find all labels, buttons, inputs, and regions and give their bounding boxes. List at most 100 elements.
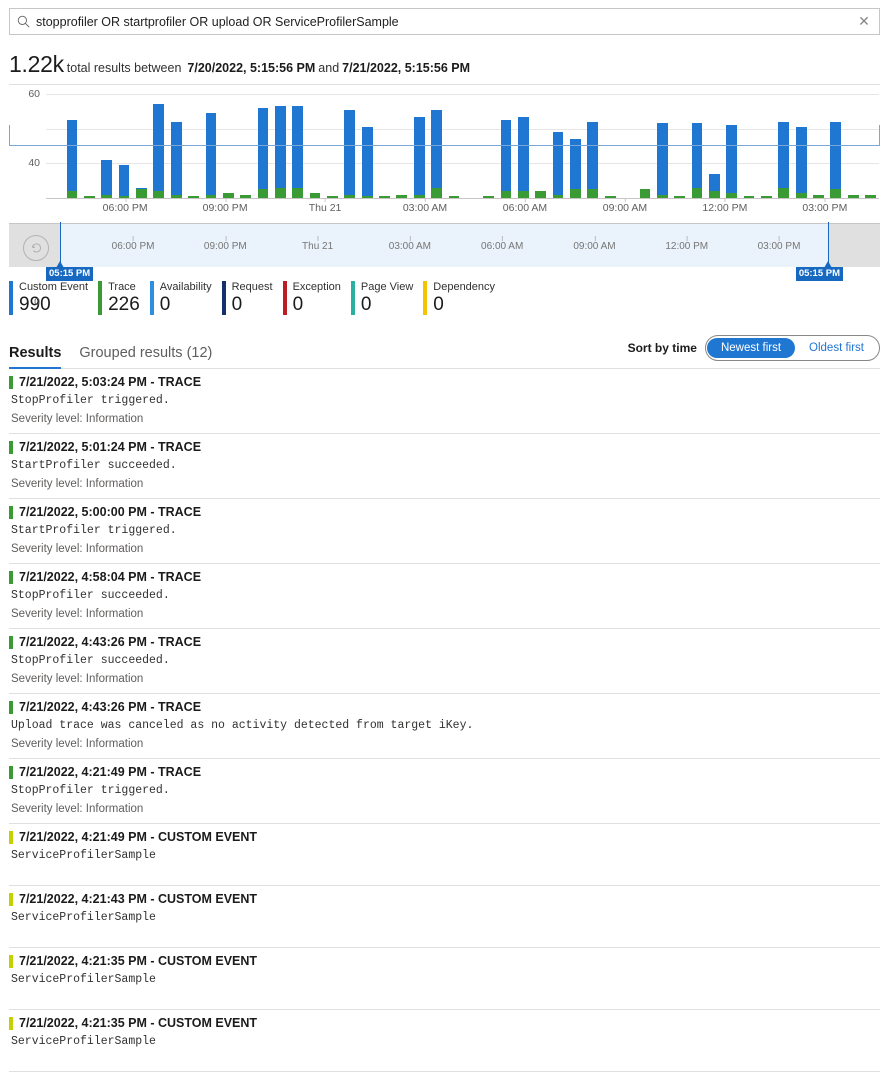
chart-bar[interactable] [636,94,653,198]
metric-color-bar [350,281,355,315]
chart-bar[interactable] [254,94,271,198]
chart-bar[interactable] [272,94,289,198]
chart-bar[interactable] [463,94,480,198]
result-item[interactable]: 7/21/2022, 4:58:04 PM - TRACE StopProfile… [9,564,880,629]
chart-bar[interactable] [237,94,254,198]
tab-results[interactable]: Results [9,345,62,369]
metric-dependency[interactable]: Dependency 0 [423,281,495,316]
chart-bar[interactable] [168,94,185,198]
chart-bar[interactable] [845,94,862,198]
metric-request[interactable]: Request 0 [221,281,273,316]
chart-bars [46,94,879,198]
result-header: 7/21/2022, 4:21:43 PM - CUSTOM EVENT [9,892,880,906]
result-item[interactable]: 7/21/2022, 4:21:35 PM - CUSTOM EVENT Serv… [9,1010,880,1072]
chart-bar[interactable] [723,94,740,198]
chart-bar[interactable] [619,94,636,198]
slider-handle-left[interactable]: 05:15 PM [46,222,94,281]
chart-bar[interactable] [671,94,688,198]
chart-bar[interactable] [515,94,532,198]
result-message: StopProfiler succeeded. [11,589,170,602]
chart-bar[interactable] [706,94,723,198]
result-item[interactable]: 7/21/2022, 5:00:00 PM - TRACE StartProfil… [9,499,880,564]
chart-bar[interactable] [115,94,132,198]
chart-bar[interactable] [567,94,584,198]
slider-handle-right[interactable]: 05:15 PM [795,222,843,281]
result-header: 7/21/2022, 5:01:24 PM - TRACE [9,440,880,454]
chart-bar[interactable] [497,94,514,198]
result-item[interactable]: 7/21/2022, 4:21:35 PM - CUSTOM EVENT Serv… [9,948,880,1010]
chart-bar[interactable] [827,94,844,198]
result-message: StartProfiler triggered. [11,524,177,537]
sort-order-toggle[interactable]: Newest first Oldest first [704,335,880,361]
sort-controls: Sort by time Newest first Oldest first [628,335,880,367]
result-item[interactable]: 7/21/2022, 4:43:26 PM - TRACE Upload trac… [9,694,880,759]
result-severity: Severity level: Information [11,738,144,750]
undo-icon[interactable] [23,235,49,261]
chart-bar[interactable] [792,94,809,198]
chart-bar[interactable] [758,94,775,198]
metric-exception[interactable]: Exception 0 [282,281,341,316]
y-axis-tick-label: 60 [28,88,40,100]
bar-segment-trace [830,189,842,198]
metric-page-view[interactable]: Page View 0 [350,281,413,316]
chart-bar[interactable] [602,94,619,198]
metric-custom-event[interactable]: Custom Event 990 [9,281,88,316]
result-title: 7/21/2022, 4:21:35 PM - CUSTOM EVENT [19,1016,258,1030]
chart-bar[interactable] [81,94,98,198]
metric-trace[interactable]: Trace 226 [98,281,140,316]
time-range-slider[interactable]: 06:00 PM 09:00 PM Thu 21 03:00 AM 06:00 AM 09… [9,222,880,281]
result-item[interactable]: 7/21/2022, 4:21:49 PM - CUSTOM EVENT Serv… [9,824,880,886]
y-axis-tick-label: 40 [28,157,40,170]
chart-bar[interactable] [202,94,219,198]
result-item[interactable]: 7/21/2022, 4:43:26 PM - TRACE StopProfile… [9,629,880,694]
chart-bar[interactable] [341,94,358,198]
chart-bar[interactable] [810,94,827,198]
result-header: 7/21/2022, 4:21:35 PM - CUSTOM EVENT [9,954,880,968]
result-item[interactable]: 7/21/2022, 4:21:43 PM - CUSTOM EVENT Serv… [9,886,880,948]
chart-bar[interactable] [532,94,549,198]
metric-availability[interactable]: Availability 0 [149,281,212,316]
chart-bar[interactable] [98,94,115,198]
bar-segment-trace [570,189,581,198]
results-list: 7/21/2022, 5:03:24 PM - TRACE StopProfile… [9,369,880,1072]
slider-x-axis-tick-label: 03:00 PM [757,236,801,252]
chart-bar[interactable] [376,94,393,198]
result-item[interactable]: 7/21/2022, 4:21:49 PM - TRACE StopProfile… [9,759,880,824]
result-item[interactable]: 7/21/2022, 5:03:24 PM - TRACE StopProfile… [9,369,880,434]
tab-grouped[interactable]: Grouped results (12) [79,345,212,368]
chart-bar[interactable] [584,94,601,198]
chart-bar[interactable] [220,94,237,198]
result-severity: Severity level: Information [11,803,144,815]
chart-bar[interactable] [654,94,671,198]
chart-bar[interactable] [358,94,375,198]
search-bar[interactable]: ✕ [9,8,880,35]
chart-bar[interactable] [133,94,150,198]
result-header: 7/21/2022, 5:00:00 PM - TRACE [9,505,880,519]
metric-label: Custom Event [19,281,89,293]
chart-bar[interactable] [324,94,341,198]
bar-segment-custom-event [274,106,286,188]
chart-bar[interactable] [549,94,566,198]
chart-bar[interactable] [740,94,757,198]
chart-bar[interactable] [862,94,879,198]
metric-label: Exception [292,281,341,293]
chart-bar[interactable] [185,94,202,198]
sort-option-oldest[interactable]: Oldest first [795,338,878,358]
chart-bar[interactable] [289,94,306,198]
clear-search-icon[interactable]: ✕ [849,13,879,30]
chart-bar[interactable] [393,94,410,198]
chart-bar[interactable] [688,94,705,198]
chart-bar[interactable] [63,94,80,198]
chart-bar[interactable] [480,94,497,198]
chart-bar[interactable] [411,94,428,198]
chart-bar[interactable] [150,94,167,198]
chart-bar[interactable] [46,94,63,198]
chart-bar[interactable] [306,94,323,198]
chart-bar[interactable] [775,94,792,198]
sort-option-newest[interactable]: Newest first [706,338,796,358]
results-tabs: Results Grouped results (12) [9,334,230,369]
search-input[interactable] [36,14,849,29]
result-item[interactable]: 7/21/2022, 5:01:24 PM - TRACE StartProfil… [9,434,880,499]
chart-bar[interactable] [445,94,462,198]
chart-bar[interactable] [428,94,445,198]
